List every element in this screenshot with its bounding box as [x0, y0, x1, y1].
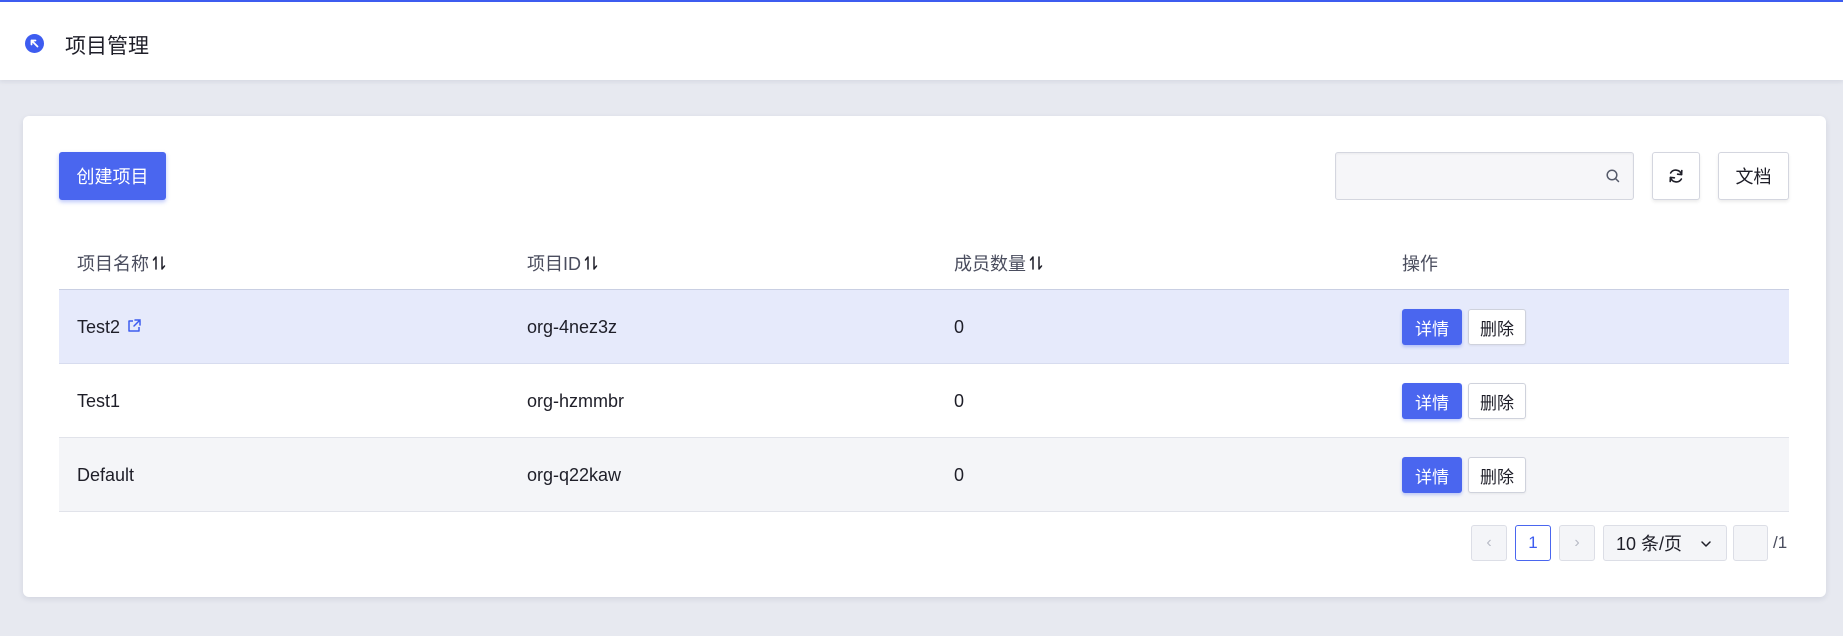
docs-button[interactable]: 文档	[1718, 152, 1789, 200]
project-name[interactable]: Default	[77, 465, 134, 486]
member-count: 0	[954, 391, 965, 411]
table-header: 项目名称 项目ID 成员数量 操作	[59, 234, 1789, 290]
search-box	[1335, 152, 1634, 200]
delete-button[interactable]: 删除	[1468, 383, 1526, 419]
back-arrow-icon[interactable]	[25, 34, 44, 53]
page-number-current[interactable]: 1	[1515, 525, 1551, 561]
table-row[interactable]: Test1 org-hzmmbr 0 详情 删除	[59, 364, 1789, 438]
column-header-actions: 操作	[1402, 254, 1438, 274]
delete-button[interactable]: 删除	[1468, 309, 1526, 345]
table-row[interactable]: Test2 org-4nez3z 0 详情 删除	[59, 290, 1789, 364]
sort-icon	[584, 256, 598, 270]
projects-table: 项目名称 项目ID 成员数量 操作 Test2 org-4nez3z 0 详情 …	[59, 234, 1789, 512]
project-name[interactable]: Test2	[77, 317, 120, 338]
total-pages: /1	[1773, 533, 1788, 552]
sort-icon	[1029, 256, 1043, 270]
project-id: org-q22kaw	[527, 465, 622, 485]
search-input[interactable]	[1336, 153, 1596, 199]
column-header-id[interactable]: 项目ID	[527, 250, 598, 276]
project-id: org-hzmmbr	[527, 391, 625, 411]
table-row[interactable]: Default org-q22kaw 0 详情 删除	[59, 438, 1789, 512]
column-header-name[interactable]: 项目名称	[77, 250, 166, 276]
top-bar: 项目管理	[0, 0, 1843, 80]
next-page-button[interactable]: ›	[1559, 525, 1595, 561]
prev-page-button[interactable]: ‹	[1471, 525, 1507, 561]
sort-icon	[152, 256, 166, 270]
create-project-button[interactable]: 创建项目	[59, 152, 166, 200]
chevron-left-icon: ‹	[1486, 534, 1492, 551]
member-count: 0	[954, 465, 965, 485]
chevron-right-icon: ›	[1574, 534, 1580, 551]
detail-button[interactable]: 详情	[1402, 383, 1462, 419]
detail-button[interactable]: 详情	[1402, 309, 1462, 345]
project-card: 创建项目 文档 项目名称 项目ID 成员数量 操作 Test2 org-4nez…	[23, 116, 1826, 597]
page-jump-input[interactable]	[1733, 525, 1768, 561]
delete-button[interactable]: 删除	[1468, 457, 1526, 493]
pagination: ‹ 1 › 10 条/页 /1	[23, 525, 1826, 561]
refresh-button[interactable]	[1652, 152, 1700, 200]
row-actions: 详情 删除	[1402, 383, 1526, 419]
refresh-icon	[1669, 169, 1683, 183]
row-actions: 详情 删除	[1402, 457, 1526, 493]
page-size-select[interactable]: 10 条/页	[1603, 525, 1727, 561]
external-link-icon[interactable]	[126, 318, 142, 334]
project-id: org-4nez3z	[527, 317, 618, 337]
column-header-members[interactable]: 成员数量	[954, 250, 1043, 276]
project-name[interactable]: Test1	[77, 391, 120, 412]
chevron-down-icon	[1701, 541, 1711, 547]
member-count: 0	[954, 317, 965, 337]
page-title: 项目管理	[65, 35, 149, 58]
search-icon[interactable]	[1605, 168, 1621, 184]
detail-button[interactable]: 详情	[1402, 457, 1462, 493]
project-name-cell: Test2	[77, 317, 142, 338]
row-actions: 详情 删除	[1402, 309, 1526, 345]
